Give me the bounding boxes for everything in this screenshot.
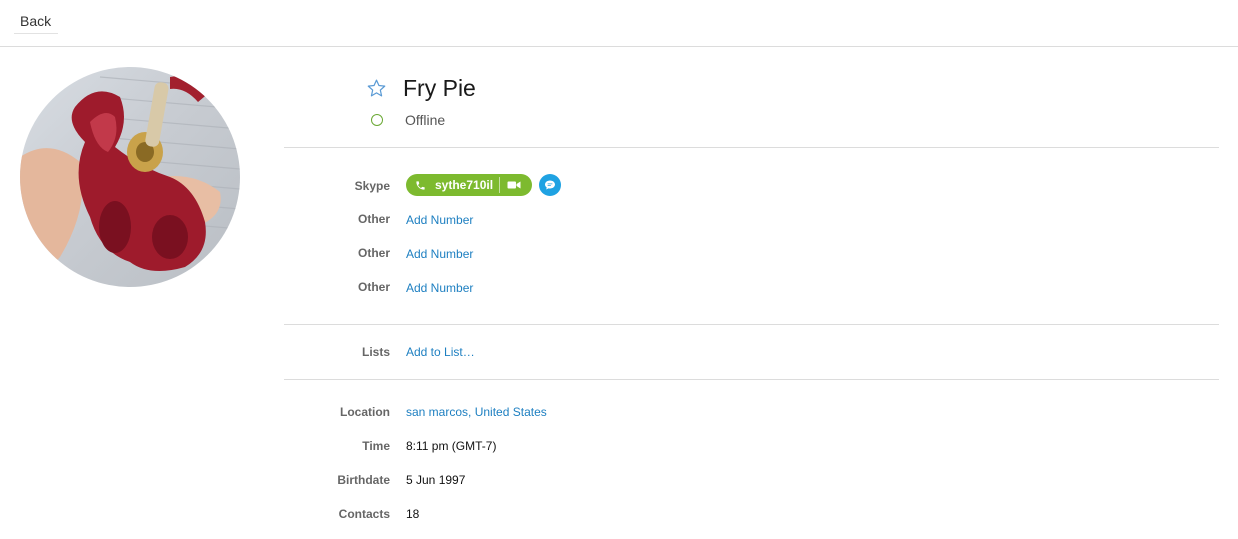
back-button[interactable]: Back — [14, 9, 58, 34]
lists-label: Lists — [361, 345, 390, 359]
chat-bubble-icon — [545, 180, 555, 190]
birthdate-value: 5 Jun 1997 — [406, 473, 466, 487]
add-number-link-1[interactable]: Add Number — [406, 212, 473, 228]
chat-button[interactable] — [539, 174, 561, 196]
presence-status: Offline — [405, 112, 446, 128]
divider — [284, 324, 1219, 325]
phone-icon — [416, 180, 425, 190]
contacts-count: 18 — [406, 507, 420, 521]
star-icon[interactable] — [366, 78, 387, 99]
location-separator: , — [468, 405, 475, 419]
divider — [284, 147, 1219, 148]
contacts-label: Contacts — [338, 507, 390, 521]
other-label-1: Other — [357, 212, 390, 226]
status-ring-icon — [371, 114, 383, 126]
other-label-3: Other — [357, 280, 390, 294]
skype-video-button[interactable] — [500, 174, 521, 196]
skype-pill: sythe710il — [406, 174, 532, 196]
location-country-link[interactable]: United States — [475, 405, 547, 419]
add-number-link-3[interactable]: Add Number — [406, 280, 473, 296]
skype-label: Skype — [354, 179, 390, 193]
divider — [284, 379, 1219, 380]
birthdate-label: Birthdate — [337, 473, 390, 487]
time-label: Time — [362, 439, 390, 453]
skype-id: sythe710il — [435, 178, 494, 192]
location-label: Location — [340, 405, 390, 419]
other-label-2: Other — [357, 246, 390, 260]
add-number-link-2[interactable]: Add Number — [406, 246, 473, 262]
time-value: 8:11 pm (GMT-7) — [406, 439, 497, 453]
avatar — [20, 67, 240, 287]
top-bar: Back — [0, 0, 1238, 47]
location-value: san marcos, United States — [406, 404, 547, 420]
video-camera-icon — [507, 181, 521, 189]
skype-call-button[interactable]: sythe710il — [406, 174, 493, 196]
avatar-photo — [20, 76, 240, 273]
location-city-link[interactable]: san marcos — [406, 405, 468, 419]
add-to-list-link[interactable]: Add to List… — [406, 344, 475, 360]
contact-name: Fry Pie — [403, 75, 476, 101]
